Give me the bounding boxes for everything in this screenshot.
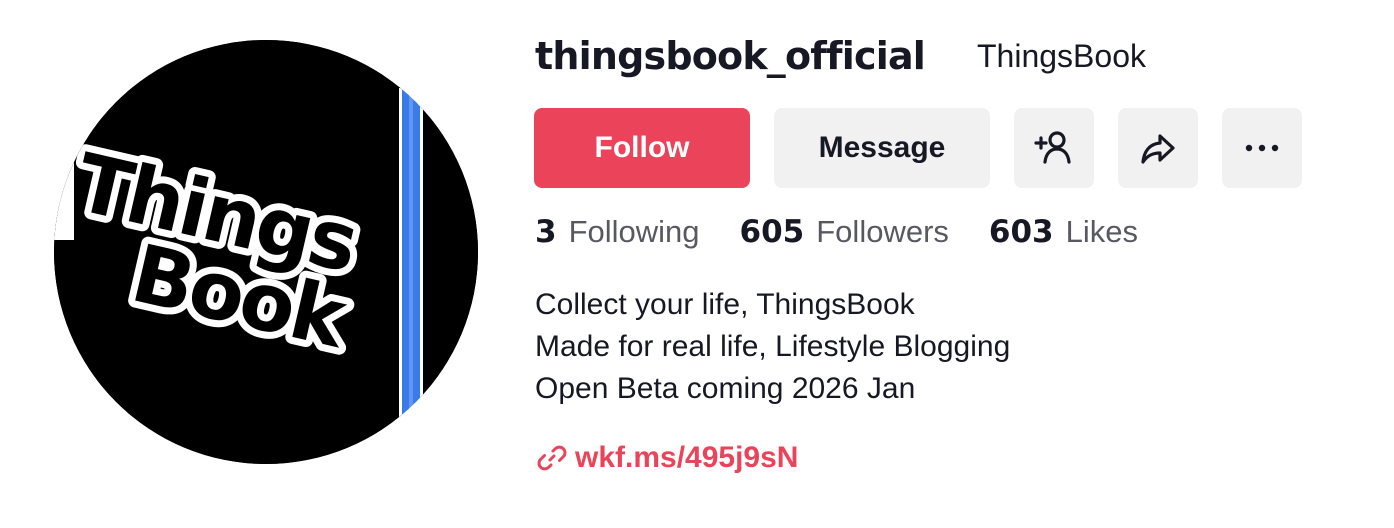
stat-followers[interactable]: 605 Followers [740, 214, 949, 250]
profile-avatar[interactable]: Things Book [54, 40, 478, 464]
more-options-button[interactable] [1222, 108, 1302, 188]
ellipsis-icon [1242, 142, 1282, 154]
stat-likes: 603 Likes [989, 214, 1138, 250]
following-count: 3 [535, 214, 557, 250]
display-name: ThingsBook [977, 38, 1146, 74]
bio-line: Made for real life, Lifestyle Blogging [535, 330, 1011, 363]
followers-count: 605 [739, 214, 805, 250]
follow-button[interactable]: Follow [534, 108, 750, 188]
likes-label: Likes [1065, 214, 1138, 249]
add-friend-button[interactable] [1014, 108, 1094, 188]
message-button[interactable]: Message [774, 108, 990, 188]
likes-count: 603 [988, 214, 1054, 250]
thingsbook-logo-icon: Things Book [54, 40, 478, 464]
username-title: thingsbook_official [535, 34, 926, 78]
stat-following[interactable]: 3 Following [535, 214, 700, 250]
link-icon [537, 443, 567, 473]
profile-bio: Collect your life, ThingsBook Made for r… [535, 284, 1010, 410]
share-arrow-icon [1137, 127, 1179, 169]
profile-link[interactable]: wkf.ms/495j9sN [537, 436, 798, 480]
following-label: Following [568, 214, 700, 249]
person-plus-icon [1033, 127, 1075, 169]
bio-line: Open Beta coming 2026 Jan [535, 372, 916, 405]
share-button[interactable] [1118, 108, 1198, 188]
bio-line: Collect your life, ThingsBook [535, 288, 915, 321]
profile-stats: 3 Following 605 Followers 603 Likes [535, 214, 1138, 260]
followers-label: Followers [816, 214, 949, 249]
profile-link-text[interactable]: wkf.ms/495j9sN [575, 441, 798, 475]
